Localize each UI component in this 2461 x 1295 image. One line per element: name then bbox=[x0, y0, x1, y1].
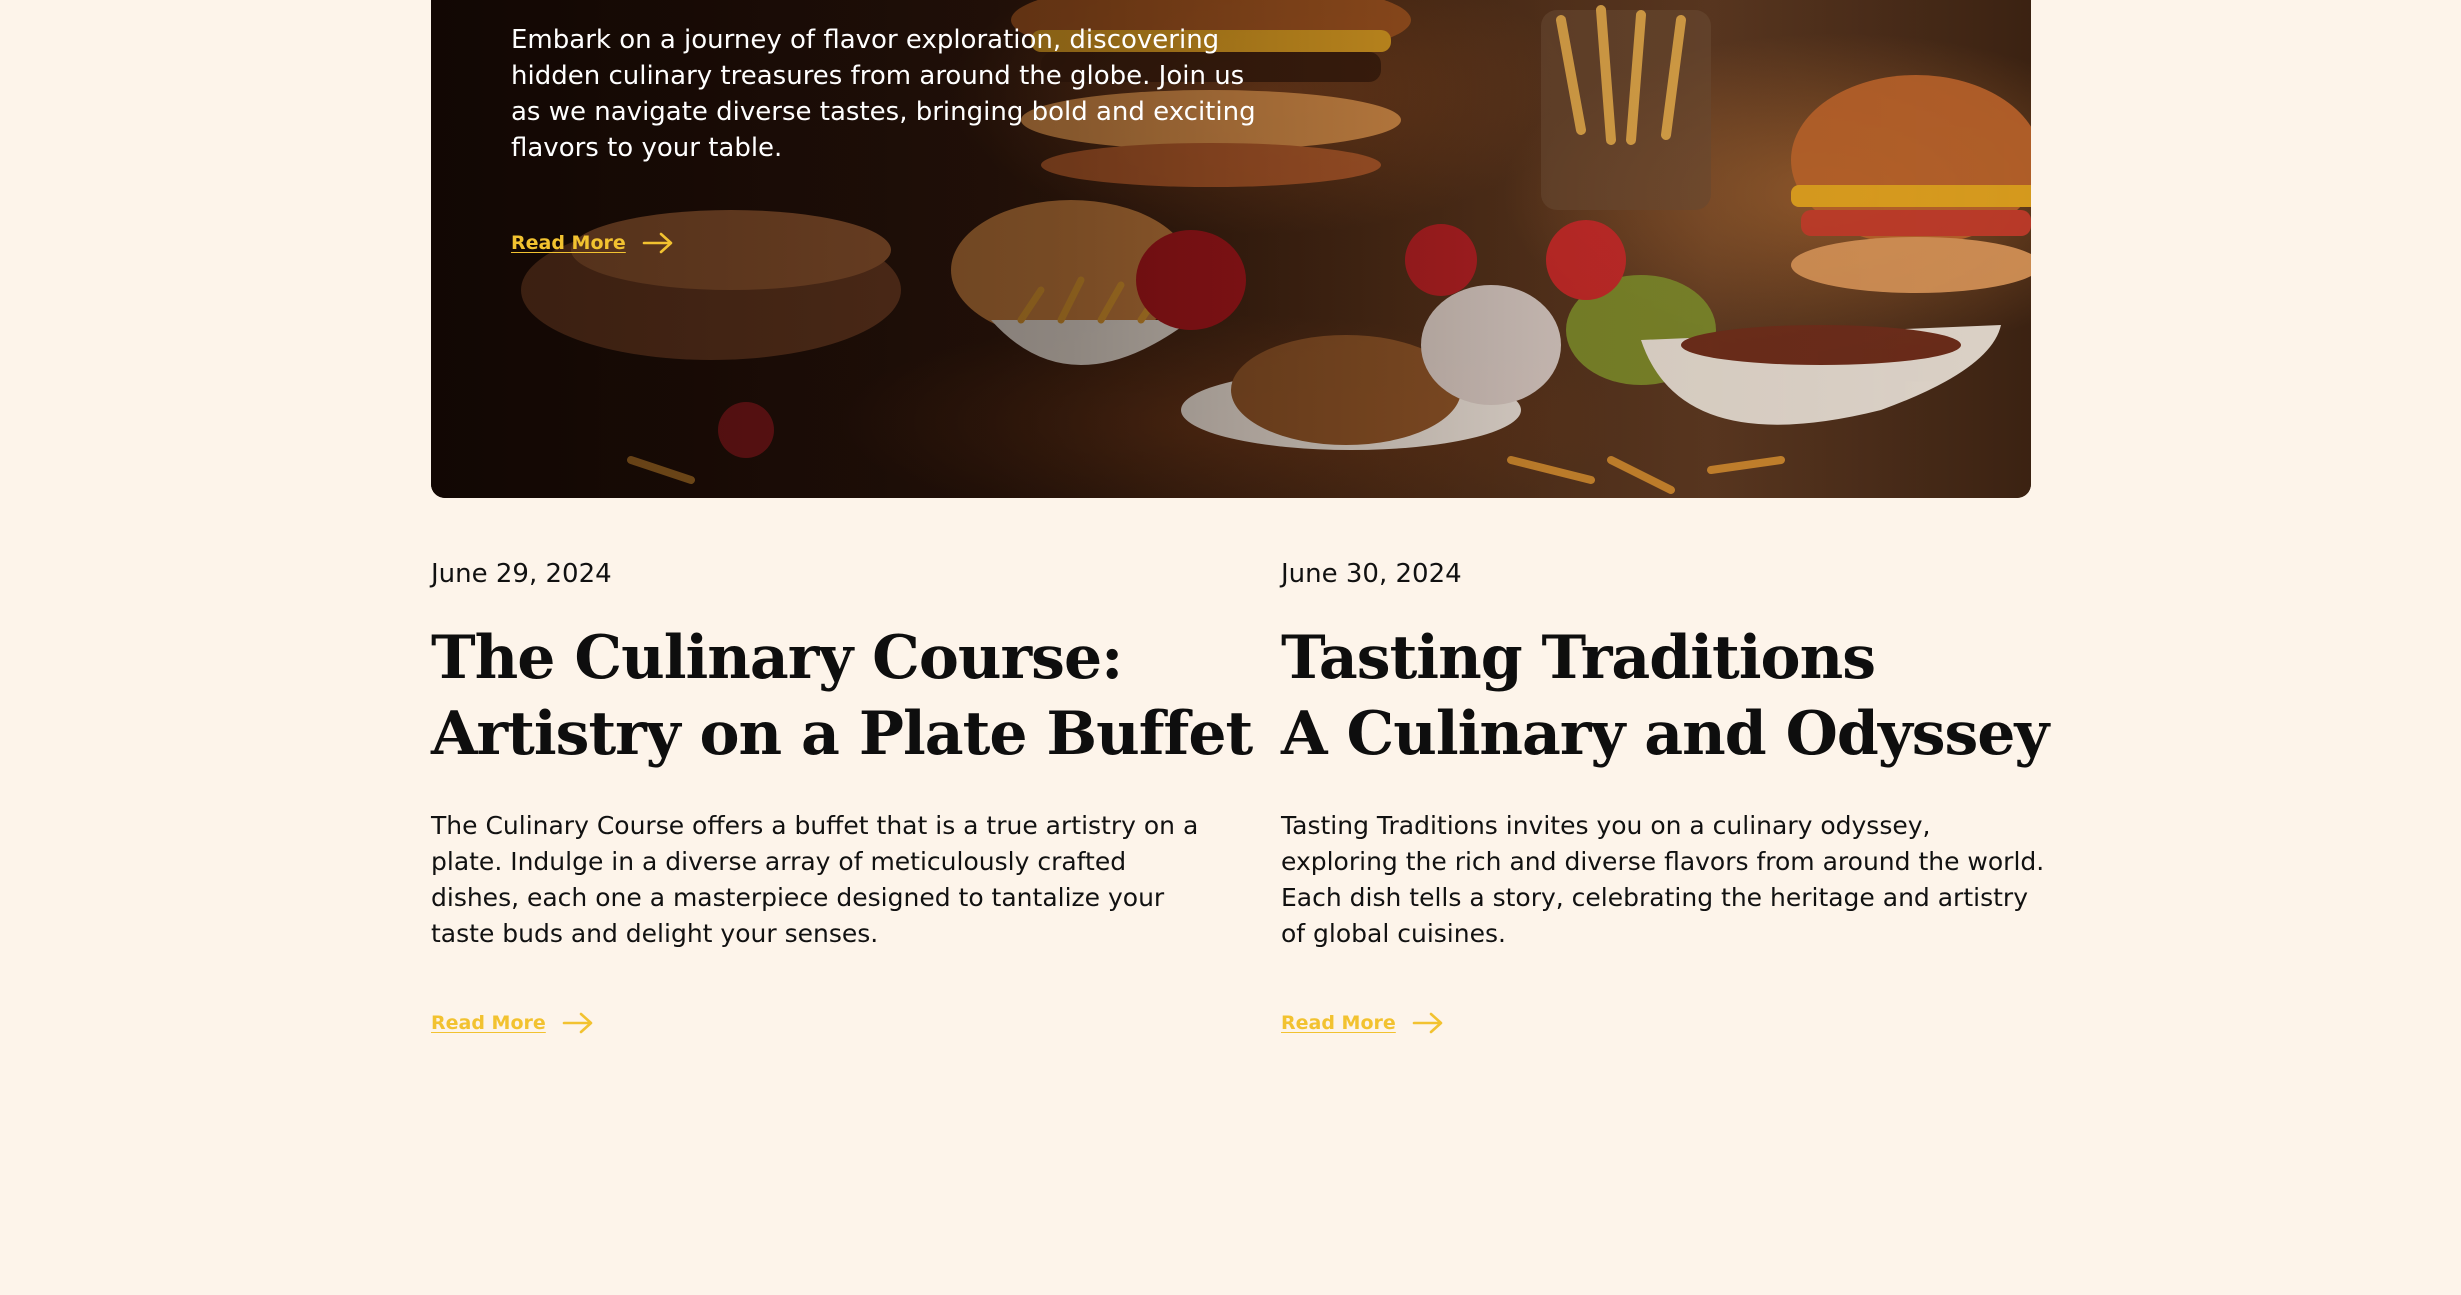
post-title[interactable]: The Culinary Course: Artistry on a Plate… bbox=[431, 620, 1253, 772]
hero-description: Embark on a journey of flavor exploratio… bbox=[511, 25, 1256, 163]
arrow-right-icon bbox=[562, 1012, 593, 1034]
arrow-right-icon bbox=[642, 232, 673, 254]
post-read-more-link[interactable]: Read More bbox=[1281, 1012, 1444, 1034]
post-read-more-link[interactable]: Read More bbox=[431, 1012, 594, 1034]
blog-post-card: June 30, 2024 Tasting Traditions A Culin… bbox=[1281, 556, 2051, 1034]
read-more-label: Read More bbox=[431, 1012, 546, 1034]
post-excerpt: The Culinary Course offers a buffet that… bbox=[431, 811, 1199, 948]
arrow-right-icon bbox=[1412, 1012, 1443, 1034]
featured-post-hero: Embark on a journey of flavor exploratio… bbox=[431, 0, 2031, 498]
post-excerpt: Tasting Traditions invites you on a culi… bbox=[1281, 811, 2045, 948]
read-more-label: Read More bbox=[511, 232, 626, 254]
blog-post-card: June 29, 2024 The Culinary Course: Artis… bbox=[431, 556, 1253, 1034]
post-title[interactable]: Tasting Traditions A Culinary and Odysse… bbox=[1281, 620, 2051, 772]
post-title-line: A Culinary and Odyssey bbox=[1281, 699, 2049, 769]
read-more-label: Read More bbox=[1281, 1012, 1396, 1034]
hero-content: Embark on a journey of flavor exploratio… bbox=[511, 22, 1271, 254]
post-title-line: Artistry on a Plate Buffet bbox=[431, 699, 1253, 769]
post-title-line: Tasting Traditions bbox=[1281, 623, 1876, 693]
post-date: June 30, 2024 bbox=[1281, 559, 1462, 589]
post-date: June 29, 2024 bbox=[431, 559, 612, 589]
post-title-line: The Culinary Course: bbox=[431, 623, 1123, 693]
hero-read-more-link[interactable]: Read More bbox=[511, 232, 674, 254]
